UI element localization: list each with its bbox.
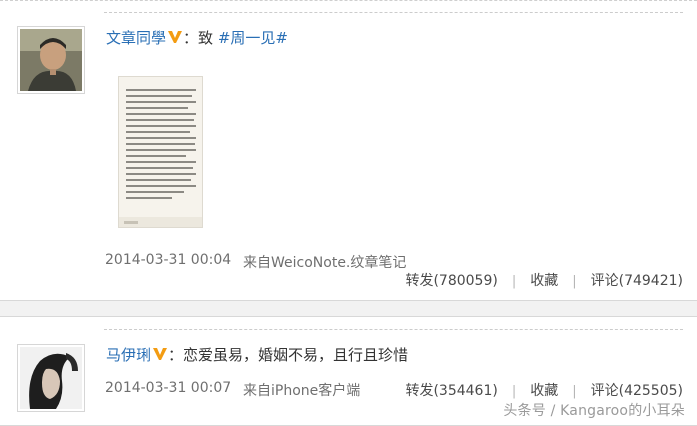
comment-button[interactable]: 评论(425505) bbox=[591, 383, 683, 399]
avatar[interactable] bbox=[17, 26, 85, 94]
post-content-line: 文章同學 ：致 #周一见# bbox=[106, 28, 288, 48]
action-divider: | bbox=[511, 274, 517, 289]
post-actions: 转发(780059) | 收藏 | 评论(749421) bbox=[405, 270, 683, 290]
source-watermark: 头条号 / Kangaroo的小耳朵 bbox=[503, 403, 685, 419]
favorite-button[interactable]: 收藏 bbox=[530, 273, 558, 289]
colon-separator: ： bbox=[168, 346, 184, 364]
post-content-line: 马伊琍 ：恋爱虽易，婚姻不易，且行且珍惜 bbox=[106, 345, 408, 365]
verified-v-icon bbox=[152, 347, 168, 361]
colon-separator: ： bbox=[183, 29, 199, 47]
action-divider: | bbox=[511, 384, 517, 399]
username-link[interactable]: 马伊琍 bbox=[106, 346, 151, 364]
repost-button[interactable]: 转发(354461) bbox=[405, 383, 497, 399]
action-divider: | bbox=[572, 274, 577, 289]
favorite-button[interactable]: 收藏 bbox=[530, 383, 558, 399]
weibo-post-1: 文章同學 ：致 #周一见# 2014-03-31 00:04 来自WeicoNo… bbox=[0, 0, 697, 301]
post-timestamp[interactable]: 2014-03-31 00:07 bbox=[105, 380, 231, 396]
username-link[interactable]: 文章同學 bbox=[106, 29, 166, 47]
post-divider bbox=[104, 329, 683, 330]
post-source[interactable]: 来自iPhone客户端 bbox=[243, 380, 360, 400]
post-text: 致 bbox=[198, 29, 218, 47]
post-divider bbox=[104, 12, 683, 13]
note-image-icon bbox=[119, 77, 202, 227]
action-divider: | bbox=[572, 384, 577, 399]
post-text: 恋爱虽易，婚姻不易，且行且珍惜 bbox=[183, 346, 409, 364]
comment-button[interactable]: 评论(749421) bbox=[591, 273, 683, 289]
repost-button[interactable]: 转发(780059) bbox=[405, 273, 497, 289]
verified-v-icon bbox=[167, 30, 183, 44]
post-actions: 转发(354461) | 收藏 | 评论(425505) bbox=[405, 380, 683, 400]
avatar-image bbox=[20, 347, 82, 409]
avatar[interactable] bbox=[17, 344, 85, 412]
avatar-image bbox=[20, 29, 82, 91]
topic-link[interactable]: #周一见# bbox=[218, 29, 288, 47]
attached-image-thumbnail[interactable] bbox=[118, 76, 203, 228]
post-timestamp[interactable]: 2014-03-31 00:04 bbox=[105, 252, 231, 268]
post-source[interactable]: 来自WeicoNote.纹章笔记 bbox=[243, 252, 406, 272]
